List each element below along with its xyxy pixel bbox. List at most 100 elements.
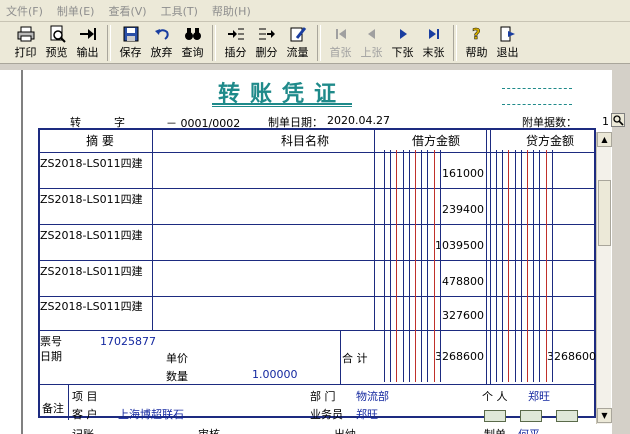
menu-view[interactable]: 查看(V) — [108, 3, 146, 19]
dashed-line — [502, 104, 572, 105]
exit-button[interactable]: 退出 — [492, 25, 523, 61]
export-button[interactable]: 输出 — [72, 25, 103, 61]
person-label: 个 人 — [482, 390, 508, 403]
preview-button[interactable]: 预览 — [41, 25, 72, 61]
col-account-header: 科目名称 — [280, 134, 329, 148]
amount-digit-line — [433, 150, 435, 382]
scroll-thumb[interactable] — [598, 180, 611, 246]
amount-digit-line — [527, 150, 528, 382]
ticket-label: 票号 — [40, 335, 62, 348]
col-summary-header: 摘 要 — [86, 134, 114, 148]
ticket-number[interactable]: 17025877 — [100, 335, 156, 348]
menu-bar: 文件(F) 制单(E) 查看(V) 工具(T) 帮助(H) — [0, 0, 630, 22]
toolbar-separator — [453, 25, 457, 61]
grid-line — [152, 130, 153, 330]
help-question-icon: ? — [467, 25, 487, 43]
project-label: 项 目 — [72, 390, 98, 403]
customer-card-icon[interactable] — [484, 410, 506, 422]
save-button[interactable]: 保存 — [115, 25, 146, 61]
amount-digit-line — [508, 150, 510, 382]
help-button[interactable]: ? 帮助 — [461, 25, 492, 61]
row-summary[interactable]: ZS2018-LS011四建 — [40, 191, 143, 207]
item-card-icon[interactable] — [556, 410, 578, 422]
grid-line — [340, 330, 341, 384]
svg-text:?: ? — [472, 25, 481, 43]
supplier-card-icon[interactable] — [520, 410, 542, 422]
insert-line-icon — [226, 25, 246, 43]
save-disk-icon — [121, 25, 141, 43]
menu-file[interactable]: 文件(F) — [6, 3, 43, 19]
first-page-icon — [331, 25, 351, 43]
amount-digit-line — [539, 150, 541, 382]
col-credit-header: 贷方金额 — [525, 134, 574, 148]
cashier-label: 出纳 — [334, 426, 356, 434]
dashed-line — [502, 88, 572, 89]
last-button[interactable]: 末张 — [418, 25, 449, 61]
toolbar-separator — [212, 25, 216, 61]
preview-icon — [47, 25, 67, 43]
row-summary[interactable]: ZS2018-LS011四建 — [40, 227, 143, 243]
customer-label: 客 户 — [72, 408, 98, 421]
prev-button[interactable]: 上张 — [356, 25, 387, 61]
price-label: 单价 — [166, 352, 188, 365]
toolbar-separator — [107, 25, 111, 61]
amount-digit-line — [502, 150, 504, 382]
grid-line — [486, 130, 487, 384]
next-button[interactable]: 下张 — [387, 25, 418, 61]
scroll-up-arrow-icon[interactable]: ▲ — [597, 132, 612, 147]
voucher-grid: 摘 要 科目名称 借方金额 贷方金额 ZS2018-LS011四建 ZS2018… — [38, 128, 598, 421]
query-button[interactable]: 查询 — [177, 25, 208, 61]
remark-label: 备注 — [42, 402, 64, 415]
amount-digit-line — [533, 150, 535, 382]
amount-digit-line — [384, 150, 385, 382]
toolbar-separator — [317, 25, 321, 61]
print-button[interactable]: 打印 — [10, 25, 41, 61]
delete-line-button[interactable]: 删分 — [251, 25, 282, 61]
row-summary[interactable]: ZS2018-LS011四建 — [40, 263, 143, 279]
amount-digit-line — [390, 150, 392, 382]
qty-label: 数量 — [166, 370, 188, 383]
amount-digit-line — [551, 150, 553, 382]
insert-line-button[interactable]: 插分 — [220, 25, 251, 61]
voucher-date[interactable]: 2020.04.27 — [327, 114, 390, 127]
sales-value[interactable]: 郑旺 — [356, 406, 378, 422]
grid-line — [40, 384, 598, 385]
person-value[interactable]: 郑旺 — [528, 388, 550, 404]
menu-tools[interactable]: 工具(T) — [161, 3, 198, 19]
amount-digit-line — [421, 150, 423, 382]
printer-icon — [16, 25, 36, 43]
amount-digit-line — [415, 150, 416, 382]
amount-digit-line — [402, 150, 404, 382]
row-summary[interactable]: ZS2018-LS011四建 — [40, 155, 143, 171]
discard-button[interactable]: 放弃 — [146, 25, 177, 61]
amount-digit-line — [427, 150, 429, 382]
flow-button[interactable]: 流量 — [282, 25, 313, 61]
amount-digit-line — [496, 150, 497, 382]
info-date-label: 日期 — [40, 350, 62, 363]
row-summary[interactable]: ZS2018-LS011四建 — [40, 298, 143, 314]
attach-lookup-button[interactable] — [611, 113, 625, 127]
exit-door-icon — [498, 25, 518, 43]
first-button[interactable]: 首张 — [325, 25, 356, 61]
dept-label: 部 门 — [310, 390, 336, 403]
amount-digit-line — [439, 150, 441, 382]
menu-help[interactable]: 帮助(H) — [212, 3, 251, 19]
grid-line — [68, 384, 69, 420]
prev-page-icon — [362, 25, 382, 43]
title-underline — [212, 106, 352, 107]
scroll-down-arrow-icon[interactable]: ▼ — [597, 408, 612, 423]
left-margin — [0, 70, 22, 434]
amount-digit-line — [545, 150, 547, 382]
qty-value[interactable]: 1.00000 — [252, 368, 298, 381]
vertical-scrollbar[interactable]: ▲ ▼ — [596, 132, 612, 424]
dept-value[interactable]: 物流部 — [356, 388, 389, 404]
maker-label: 制单 — [484, 426, 506, 434]
attach-count[interactable]: 1 — [602, 115, 609, 128]
col-debit-header: 借方金额 — [411, 134, 460, 148]
next-page-icon — [393, 25, 413, 43]
customer-value[interactable]: 上海博超联石 — [118, 406, 184, 422]
grid-line — [374, 130, 375, 330]
magnifier-icon — [612, 114, 624, 126]
toolbar: 打印 预览 输出 保存 放弃 查询 插分 删分 流量 首张 上张 下张 末张 ?… — [0, 22, 630, 64]
menu-voucher[interactable]: 制单(E) — [57, 3, 95, 19]
